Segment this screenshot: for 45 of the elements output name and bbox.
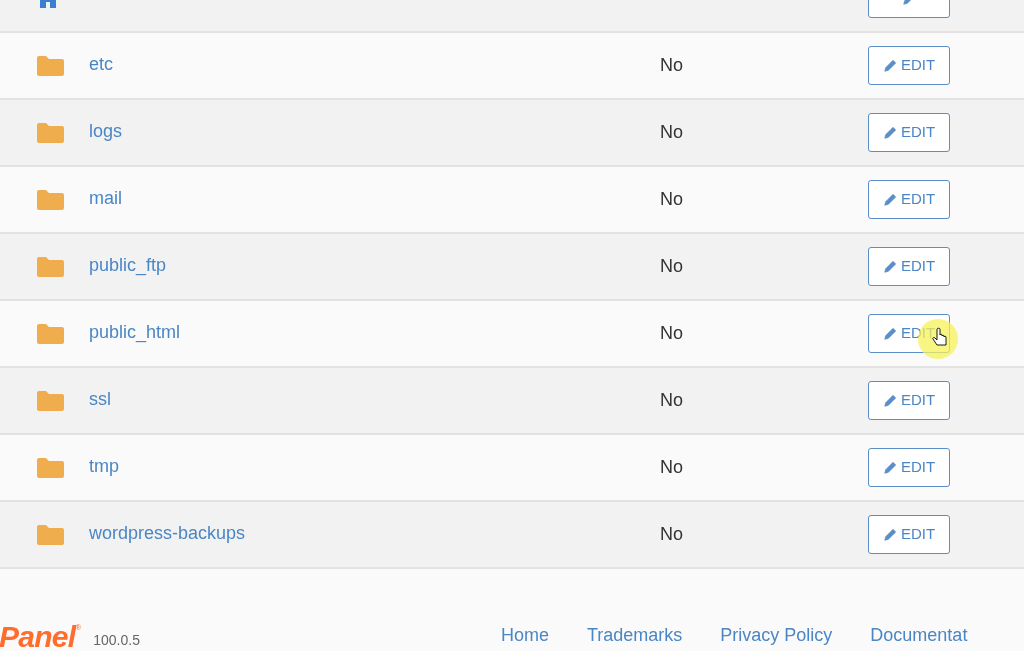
footer-link[interactable]: Trademarks <box>586 622 683 649</box>
status-text: No <box>660 390 683 410</box>
edit-button[interactable]: EDIT <box>868 247 950 286</box>
folder-link[interactable]: mail <box>89 187 122 208</box>
footer-link[interactable]: Home <box>500 622 549 649</box>
folder-icon <box>37 524 64 545</box>
pencil-icon <box>882 125 897 140</box>
folder-link[interactable]: public_ftp <box>89 254 167 275</box>
status-text: No <box>660 457 683 477</box>
pencil-icon <box>882 192 897 207</box>
edit-button[interactable]: EDIT <box>868 46 950 85</box>
pencil-icon <box>882 259 897 274</box>
folder-icon <box>37 122 64 143</box>
folder-link[interactable]: etc <box>89 53 113 74</box>
folder-link[interactable]: ssl <box>89 388 111 409</box>
logo: Panel <box>0 622 76 651</box>
folder-link[interactable]: logs <box>89 120 123 141</box>
folder-link[interactable]: public_html <box>89 321 181 342</box>
folder-link[interactable]: tmp <box>89 455 119 476</box>
folder-icon <box>37 457 64 478</box>
edit-button[interactable]: EDIT <box>868 113 950 152</box>
registered-mark: ® <box>75 622 82 632</box>
edit-button[interactable]: EDIT <box>868 381 950 420</box>
edit-button[interactable]: EDIT <box>868 180 950 219</box>
folder-icon <box>37 55 64 76</box>
status-text: No <box>660 122 683 142</box>
footer-link[interactable]: Documentat <box>870 622 968 649</box>
footer-link[interactable]: Privacy Policy <box>720 622 833 649</box>
edit-button[interactable]: EDIT <box>868 515 950 554</box>
pencil-icon <box>882 460 897 475</box>
folder-icon <box>37 390 64 411</box>
version-text: 100.0.5 <box>93 631 140 650</box>
pencil-icon <box>882 393 897 408</box>
status-text: No <box>660 256 683 276</box>
edit-button[interactable]: EDIT <box>868 448 950 487</box>
folder-link[interactable]: wordpress-backups <box>89 522 246 543</box>
status-text: No <box>660 323 683 343</box>
pencil-icon <box>882 527 897 542</box>
status-text: No <box>660 524 683 544</box>
status-text: No <box>660 55 683 75</box>
folder-icon <box>37 256 64 277</box>
status-text: No <box>660 189 683 209</box>
folder-icon <box>37 189 64 210</box>
pencil-icon <box>882 58 897 73</box>
folder-icon <box>37 323 64 344</box>
